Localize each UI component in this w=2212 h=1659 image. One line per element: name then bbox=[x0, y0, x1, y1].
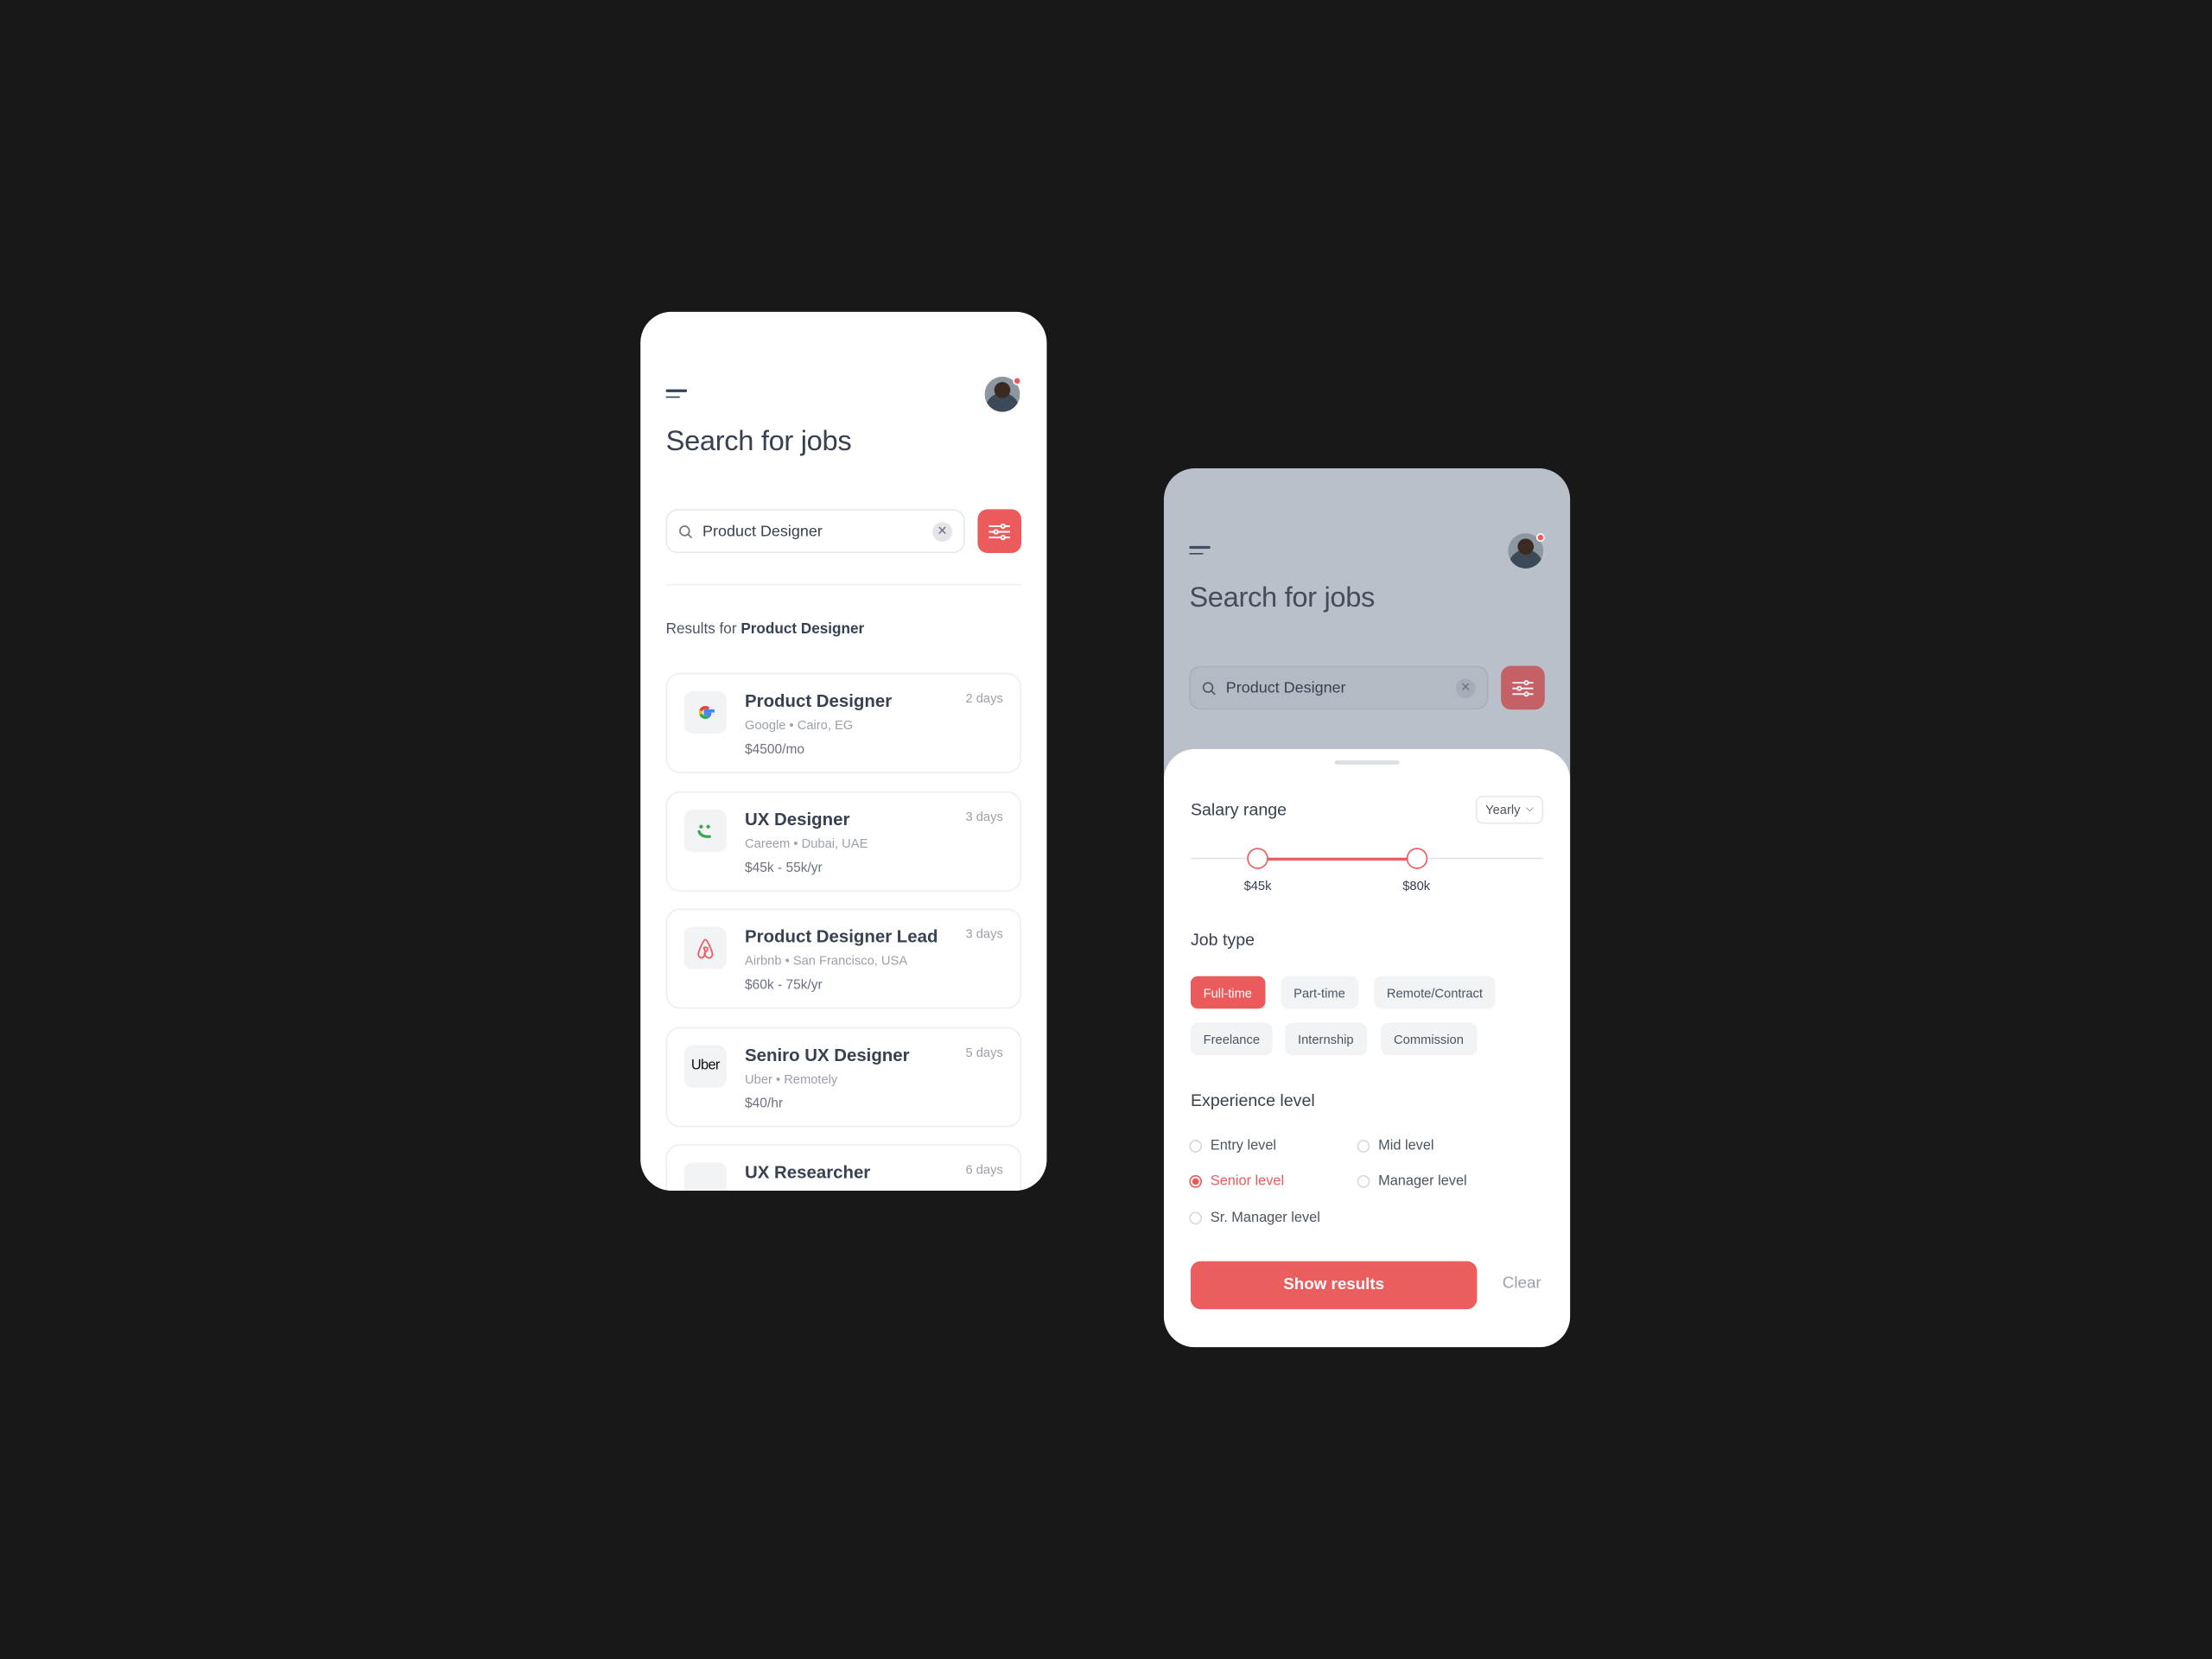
min-salary-label: $45k bbox=[1243, 879, 1272, 893]
radio-circle[interactable] bbox=[1189, 1140, 1203, 1153]
job-card[interactable]: UX Designer Careem • Dubai, UAE $45k - 5… bbox=[665, 791, 1022, 892]
experience-radio[interactable]: Entry level bbox=[1189, 1139, 1276, 1154]
filter-sheet: Salary range Yearly ⌵ $45k $80k Job type … bbox=[1163, 748, 1571, 1348]
radio-circle[interactable] bbox=[1357, 1140, 1370, 1153]
slider-thumb-min[interactable] bbox=[1247, 848, 1268, 869]
max-salary-label: $80k bbox=[1402, 879, 1431, 893]
slider-range bbox=[1257, 856, 1417, 861]
menu-icon[interactable] bbox=[665, 389, 689, 401]
slider-thumb-max[interactable] bbox=[1405, 848, 1427, 869]
job-title: Seniro UX Designer bbox=[745, 1044, 910, 1065]
posted-time: 3 days bbox=[965, 926, 1003, 941]
drag-handle[interactable] bbox=[1334, 760, 1400, 765]
salary: $45k - 55k/yr bbox=[745, 860, 823, 876]
filter-button[interactable] bbox=[1501, 665, 1545, 710]
search-input[interactable] bbox=[702, 522, 933, 540]
posted-time: 5 days bbox=[965, 1044, 1003, 1059]
job-title: UX Designer bbox=[745, 809, 850, 830]
salary-heading: Salary range bbox=[1190, 799, 1287, 820]
company-logo: Uber bbox=[683, 1044, 727, 1087]
period-dropdown[interactable]: Yearly ⌵ bbox=[1475, 795, 1544, 824]
company-logo bbox=[683, 809, 727, 852]
radio-label: Sr. Manager level bbox=[1210, 1210, 1320, 1226]
job-type-chip[interactable]: Commission bbox=[1381, 1022, 1477, 1056]
experience-radio[interactable]: Mid level bbox=[1357, 1139, 1434, 1154]
search-icon bbox=[679, 524, 693, 538]
job-card[interactable]: Product Designer Lead Airbnb • San Franc… bbox=[665, 908, 1022, 1009]
filter-button[interactable] bbox=[977, 509, 1022, 553]
posted-time: 6 days bbox=[965, 1162, 1003, 1177]
period-value: Yearly bbox=[1485, 802, 1521, 817]
posted-time: 3 days bbox=[965, 809, 1003, 823]
radio-label: Entry level bbox=[1210, 1138, 1277, 1154]
radio-label: Manager level bbox=[1378, 1173, 1467, 1190]
sliders-icon bbox=[1512, 679, 1534, 696]
close-icon[interactable]: ✕ bbox=[1455, 677, 1476, 698]
salary-slider[interactable]: $45k $80k bbox=[1190, 848, 1544, 893]
job-type-chip[interactable]: Part-time bbox=[1281, 976, 1358, 1009]
company-location: Careem • Dubai, UAE bbox=[745, 836, 868, 850]
experience-radio[interactable]: Manager level bbox=[1357, 1173, 1467, 1189]
salary: $60k - 75k/yr bbox=[745, 977, 823, 994]
search-icon bbox=[1202, 681, 1216, 695]
company-logo bbox=[683, 690, 727, 734]
salary: $40/hr bbox=[745, 1095, 784, 1111]
sliders-icon bbox=[988, 523, 1010, 540]
job-type-chip[interactable]: Full-time bbox=[1190, 976, 1265, 1009]
job-type-chip[interactable]: Freelance bbox=[1190, 1022, 1273, 1056]
chevron-down-icon: ⌵ bbox=[1526, 804, 1534, 815]
menu-icon[interactable] bbox=[1189, 545, 1211, 557]
results-label: Results for Product Designer bbox=[665, 620, 865, 638]
radio-label: Mid level bbox=[1378, 1138, 1434, 1154]
search-field[interactable]: ✕ bbox=[665, 509, 965, 553]
notification-dot bbox=[1535, 533, 1545, 542]
job-search-screen: Search for jobs ✕ Results for Product De… bbox=[640, 311, 1047, 1191]
notification-dot bbox=[1013, 376, 1022, 385]
company-location: Uber • Remotely bbox=[745, 1071, 838, 1086]
results-query: Product Designer bbox=[741, 620, 865, 638]
job-title: UX Researcher bbox=[745, 1162, 871, 1183]
close-icon[interactable]: ✕ bbox=[932, 521, 953, 542]
company-location: Google • Cairo, EG bbox=[745, 718, 854, 733]
experience-heading: Experience level bbox=[1190, 1090, 1315, 1110]
experience-radio[interactable]: Sr. Manager level bbox=[1189, 1211, 1320, 1226]
clear-button[interactable]: Clear bbox=[1503, 1275, 1541, 1293]
company-logo: amazon bbox=[683, 1162, 727, 1191]
company-location: Airbnb • San Francisco, USA bbox=[745, 953, 908, 968]
radio-circle[interactable] bbox=[1189, 1211, 1203, 1225]
posted-time: 2 days bbox=[965, 690, 1003, 706]
job-title: Product Designer Lead bbox=[745, 926, 938, 947]
search-input[interactable] bbox=[1225, 679, 1456, 696]
job-card[interactable]: amazon UX Researcher 6 days bbox=[665, 1144, 1022, 1191]
job-card[interactable]: Product Designer Google • Cairo, EG $450… bbox=[665, 672, 1022, 773]
job-card[interactable]: Uber Seniro UX Designer Uber • Remotely … bbox=[665, 1026, 1022, 1127]
radio-circle[interactable] bbox=[1189, 1174, 1203, 1188]
job-type-chip[interactable]: Internship bbox=[1285, 1022, 1367, 1056]
page-title: Search for jobs bbox=[665, 426, 852, 457]
search-field[interactable]: ✕ bbox=[1189, 665, 1489, 710]
salary: $4500/mo bbox=[745, 741, 805, 758]
job-title: Product Designer bbox=[745, 690, 893, 711]
page-title: Search for jobs bbox=[1189, 582, 1376, 614]
show-results-button[interactable]: Show results bbox=[1190, 1261, 1478, 1310]
job-type-chip[interactable]: Remote/Contract bbox=[1374, 976, 1496, 1009]
radio-circle[interactable] bbox=[1357, 1174, 1370, 1188]
avatar[interactable] bbox=[1508, 533, 1545, 569]
job-type-heading: Job type bbox=[1190, 929, 1255, 950]
radio-label: Senior level bbox=[1210, 1173, 1285, 1190]
company-logo bbox=[683, 926, 727, 969]
experience-radio[interactable]: Senior level bbox=[1189, 1173, 1284, 1189]
avatar[interactable] bbox=[984, 376, 1022, 412]
divider bbox=[665, 583, 1022, 586]
filter-screen: Search for jobs ✕ Salary range Yearly ⌵ $… bbox=[1163, 468, 1571, 1348]
